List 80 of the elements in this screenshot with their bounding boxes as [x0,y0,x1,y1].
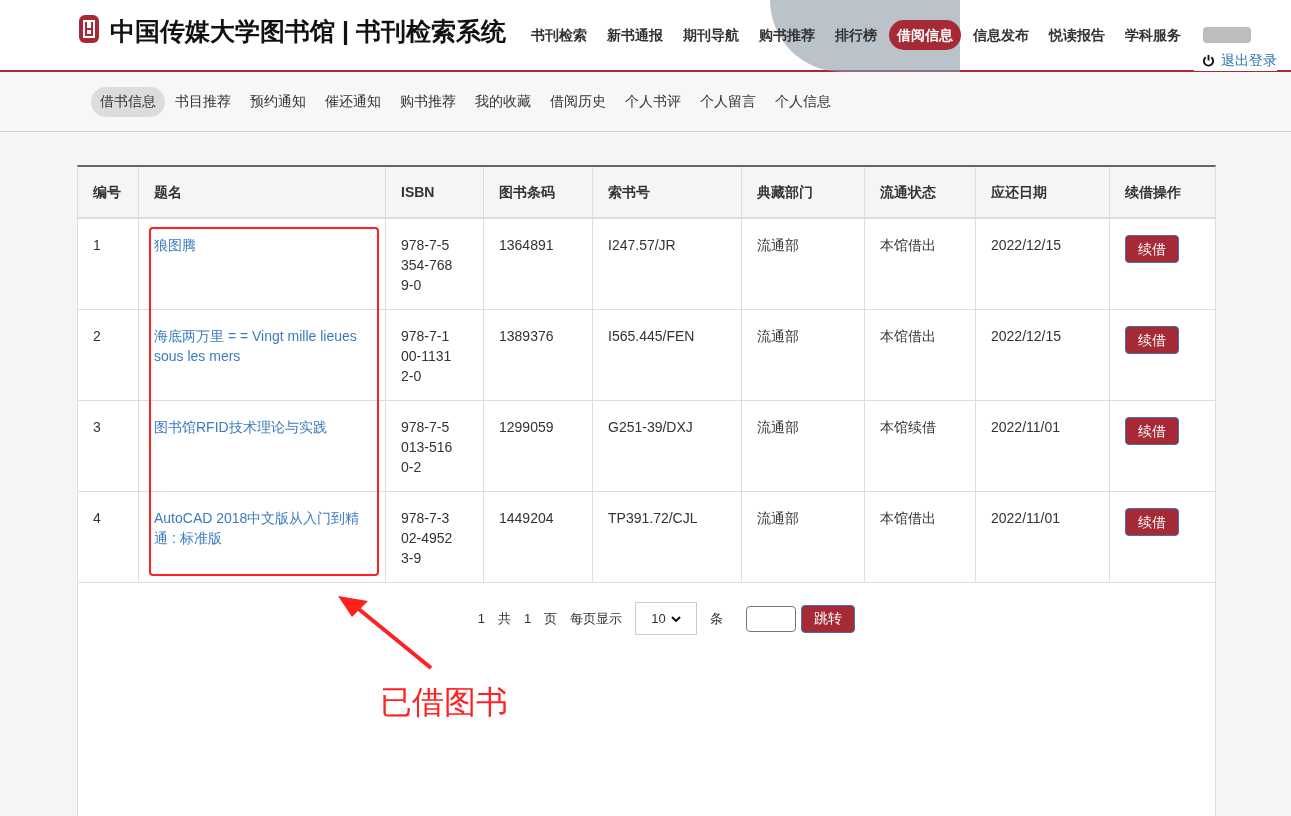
table-cell-text: 2022/11/01 [991,418,1062,437]
renew-button[interactable]: 续借 [1125,326,1179,354]
book-title-link[interactable]: 海底两万里 = = Vingt mille lieues sous les mers [154,326,373,366]
table-cell-text: 1299059 [499,418,555,437]
column-header: 编号 [93,182,121,202]
page-unit: 页 [544,609,558,628]
library-logo-icon [78,14,100,44]
jump-button[interactable]: 跳转 [801,604,856,633]
nav-tab[interactable]: 学科服务 [1117,20,1189,50]
total-label: 共 [498,609,511,628]
subnav-tab[interactable]: 借书信息 [91,86,165,117]
column-header: 索书号 [608,182,650,202]
table-cell-text: 1 [93,236,102,255]
table-cell-text: 本馆借出 [880,327,937,346]
subnav-tab[interactable]: 个人信息 [766,86,840,117]
subnav-tab[interactable]: 个人留言 [691,86,765,117]
table-cell-text: 2022/11/01 [991,509,1062,528]
per-page-select[interactable]: 10 [635,602,698,635]
nav-tab[interactable]: 悦读报告 [1041,20,1113,50]
page-input-field[interactable] [746,605,797,632]
item-unit: 条 [710,609,724,628]
nav-tab[interactable]: 借阅信息 [889,20,961,50]
blurred-username [1203,27,1251,43]
book-title-link[interactable]: AutoCAD 2018中文版从入门到精通 : 标准版 [154,508,373,548]
table-cell-text: 1389376 [499,327,555,346]
table-cell-text: I247.57/JR [608,236,677,255]
per-page-label: 每页显示 [570,609,623,628]
annotation-label: 已借图书 [380,683,508,722]
table-cell-text: 3 [93,418,102,437]
subnav-tab[interactable]: 个人书评 [616,86,690,117]
site-title: 中国传媒大学图书馆 | 书刊检索系统 [110,16,506,47]
nav-tab[interactable]: 书刊检索 [523,20,595,50]
renew-button[interactable]: 续借 [1125,417,1179,445]
column-header: 流通状态 [880,182,936,202]
total-pages: 1 [524,609,532,628]
chevron-down-icon [671,615,682,622]
table-cell-text: I565.445/FEN [608,327,696,346]
table-cell-text: 978-7-5013-5160-2 [401,418,454,477]
table-cell-text: 2022/12/15 [991,236,1063,255]
table-cell-text: 本馆借出 [880,509,937,528]
subnav-tab[interactable]: 借阅历史 [541,86,615,117]
table-cell-text: 流通部 [757,509,800,528]
table-cell-text: 流通部 [757,418,800,437]
table-cell-text: 4 [93,509,102,528]
book-title-link[interactable]: 狼图腾 [154,235,373,255]
table-cell-text: 978-7-5354-7689-0 [401,236,454,295]
table-cell-text: 本馆借出 [880,236,937,255]
column-header: 续借操作 [1125,182,1181,202]
nav-tab[interactable]: 期刊导航 [675,20,747,50]
table-cell-text: 978-7-302-49523-9 [401,509,454,568]
subnav-tab[interactable]: 书目推荐 [166,86,240,117]
power-icon [1202,54,1215,67]
column-header: 典藏部门 [757,182,813,202]
nav-tab[interactable]: 购书推荐 [751,20,823,50]
nav-tab[interactable]: 新书通报 [599,20,671,50]
table-cell-text: 1364891 [499,236,555,255]
subnav-tab[interactable]: 购书推荐 [391,86,465,117]
column-header: ISBN [401,182,435,202]
table-cell-text: 本馆续借 [880,418,937,437]
nav-tab[interactable]: 排行榜 [827,20,885,50]
column-header: 图书条码 [499,182,555,202]
book-title-link[interactable]: 图书馆RFID技术理论与实践 [154,417,373,437]
table-cell-text: 1449204 [499,509,555,528]
column-header: 应还日期 [991,182,1047,202]
renew-button[interactable]: 续借 [1125,508,1179,536]
subnav-tab[interactable]: 预约通知 [241,86,315,117]
subnav-tab[interactable]: 催还通知 [316,86,390,117]
table-cell-text: 流通部 [757,236,800,255]
column-header: 题名 [154,182,182,202]
logout-link[interactable]: 退出登录 [1194,50,1277,71]
current-page: 1 [477,609,485,628]
table-cell-text: 2022/12/15 [991,327,1063,346]
renew-button[interactable]: 续借 [1125,235,1179,263]
table-cell-text: G251-39/DXJ [608,418,694,437]
subnav-tab[interactable]: 我的收藏 [466,86,540,117]
table-cell-text: 978-7-100-11312-0 [401,327,453,386]
nav-tab[interactable]: 信息发布 [965,20,1037,50]
table-cell-text: TP391.72/CJL [608,509,699,528]
table-cell-text: 2 [93,327,102,346]
table-cell-text: 流通部 [757,327,800,346]
